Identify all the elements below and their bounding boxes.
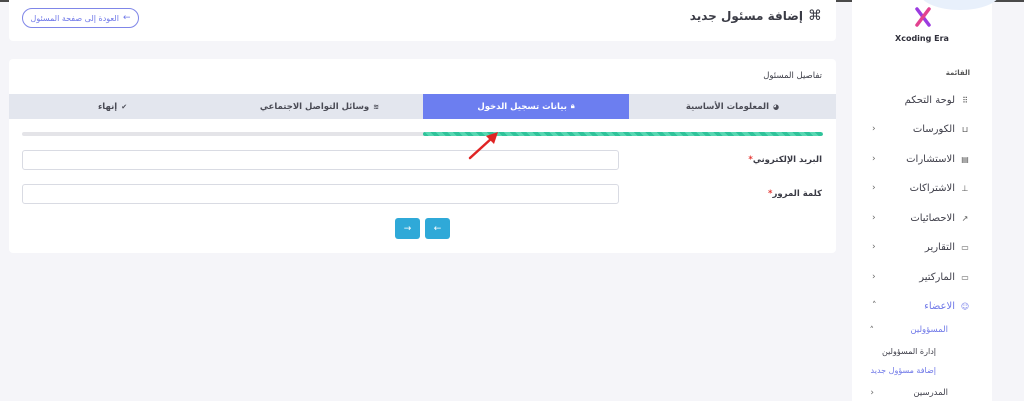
sidebar-item-label: التقارير — [924, 241, 955, 253]
sidebar-link-manage-admins[interactable]: إدارة المسؤولين — [882, 347, 936, 356]
tab-label: المعلومات الأساسية — [685, 101, 770, 112]
sidebar-item-label: الاعضاء — [924, 300, 955, 312]
tab-login-data[interactable]: 🔒︎ بيانات تسجيل الدخول — [423, 94, 629, 119]
users-icon: ☺ — [960, 301, 970, 311]
pie-icon: ◕ — [773, 102, 780, 111]
wizard-progress-bar — [22, 132, 823, 136]
sidebar-item-reports[interactable]: ▭ التقارير ‹ — [860, 240, 970, 254]
sidebar-item-courses[interactable]: ⊔ الكورسات ‹ — [860, 122, 970, 136]
email-field[interactable] — [22, 150, 619, 170]
tab-label: إنهاء — [97, 101, 118, 112]
chevron-up-icon: ˄ — [872, 301, 877, 311]
previous-step-button[interactable]: ← — [425, 218, 450, 239]
page-header: ← العودة إلى صفحة المسئول ⌘ إضافة مسئول … — [9, 0, 836, 41]
check-circle-icon: ✔ — [121, 102, 128, 111]
sidebar-item-consultations[interactable]: ▤ الاستشارات ‹ — [860, 152, 970, 166]
brand-name: Xcoding Era — [895, 34, 949, 43]
tab-label: وسائل التواصل الاجتماعي — [259, 101, 370, 112]
chevron-left-icon: ‹ — [872, 124, 876, 134]
wifi-icon: ≋ — [373, 102, 380, 111]
chevron-left-icon: ‹ — [872, 154, 876, 164]
menu-heading: القائمة — [945, 69, 970, 77]
email-label: البريد الإلكتروني* — [748, 155, 822, 165]
tab-social-media[interactable]: ≋ وسائل التواصل الاجتماعي — [216, 94, 423, 119]
sidebar-subitem-label: المدرسين — [913, 388, 948, 398]
sidebar-item-label: الاستشارات — [906, 153, 955, 165]
password-label-text: كلمة المرور — [772, 189, 823, 199]
sidebar-item-label: الاشتراكات — [909, 182, 955, 194]
inbox-icon: ▭ — [961, 242, 969, 252]
document-icon: ▤ — [961, 154, 969, 164]
trend-icon: ↗ — [961, 213, 969, 223]
grid-icon: ⠿ — [962, 95, 968, 105]
chevron-left-icon: ‹ — [872, 183, 876, 193]
brand-logo-icon — [915, 7, 931, 27]
basket-icon: ⊔ — [961, 124, 969, 134]
card-title: تفاصيل المسئول — [763, 71, 822, 81]
page-title-text: إضافة مسئول جديد — [689, 9, 803, 23]
email-label-text: البريد الإلكتروني — [752, 155, 822, 165]
tab-finish[interactable]: ✔ إنهاء — [9, 94, 216, 119]
password-field[interactable] — [22, 184, 619, 204]
sidebar-item-label: الماركتير — [919, 271, 955, 283]
sidebar-subitem-teachers[interactable]: المدرسين — [913, 388, 948, 398]
sidebar-link-label: إدارة المسؤولين — [882, 347, 936, 356]
sidebar-subitem-label: المسؤولين — [910, 325, 948, 335]
chevron-left-icon[interactable]: ‹ — [864, 387, 874, 399]
sidebar-item-statistics[interactable]: ↗ الاحصائيات ‹ — [860, 211, 970, 225]
tab-label: بيانات تسجيل الدخول — [477, 101, 567, 112]
sidebar-link-add-admin[interactable]: إضافة مسؤول جديد — [871, 366, 936, 375]
sidebar-item-label: لوحة التحكم — [904, 94, 955, 106]
back-button-label: العودة إلى صفحة المسئول — [30, 13, 119, 23]
sidebar-item-label: الكورسات — [912, 123, 955, 135]
sidebar-link-label: إضافة مسؤول جديد — [870, 366, 936, 375]
lock-icon: 🔒︎ — [570, 102, 575, 110]
arrow-left-icon: ← — [433, 223, 442, 234]
command-icon: ⌘ — [808, 8, 822, 24]
chevron-left-icon: ‹ — [872, 272, 876, 282]
page-title: ⌘ إضافة مسئول جديد — [690, 8, 822, 24]
next-step-button[interactable]: → — [395, 218, 420, 239]
sitemap-icon: ⊥ — [961, 183, 969, 193]
archive-icon: ▭ — [961, 272, 969, 282]
chevron-up-icon[interactable]: ˄ — [864, 325, 875, 337]
arrow-right-icon: → — [403, 223, 412, 234]
sidebar-item-subscriptions[interactable]: ⊥ الاشتراكات ‹ — [860, 181, 970, 195]
chevron-left-icon: ‹ — [872, 242, 876, 252]
wizard-tabs: ◕ المعلومات الأساسية 🔒︎ بيانات تسجيل الد… — [9, 94, 836, 119]
tab-basic-info[interactable]: ◕ المعلومات الأساسية — [629, 94, 836, 119]
password-label: كلمة المرور* — [768, 189, 822, 199]
sidebar: Xcoding Era القائمة ⠿ لوحة التحكم ⊔ الكو… — [852, 0, 1000, 401]
arrow-left-icon: ← — [122, 13, 131, 23]
sidebar-item-members[interactable]: ☺ الاعضاء ˄ — [860, 299, 970, 313]
sidebar-item-dashboard[interactable]: ⠿ لوحة التحكم — [860, 93, 970, 107]
annotation-arrow-icon — [468, 132, 498, 160]
sidebar-item-label: الاحصائيات — [910, 212, 955, 224]
back-to-admins-button[interactable]: ← العودة إلى صفحة المسئول — [22, 8, 139, 28]
admin-details-card: تفاصيل المسئول ◕ المعلومات الأساسية 🔒︎ ب… — [9, 59, 836, 253]
sidebar-subitem-admins[interactable]: المسؤولين — [910, 325, 948, 335]
chevron-left-icon: ‹ — [872, 213, 876, 223]
sidebar-item-marketer[interactable]: ▭ الماركتير ‹ — [860, 270, 970, 284]
